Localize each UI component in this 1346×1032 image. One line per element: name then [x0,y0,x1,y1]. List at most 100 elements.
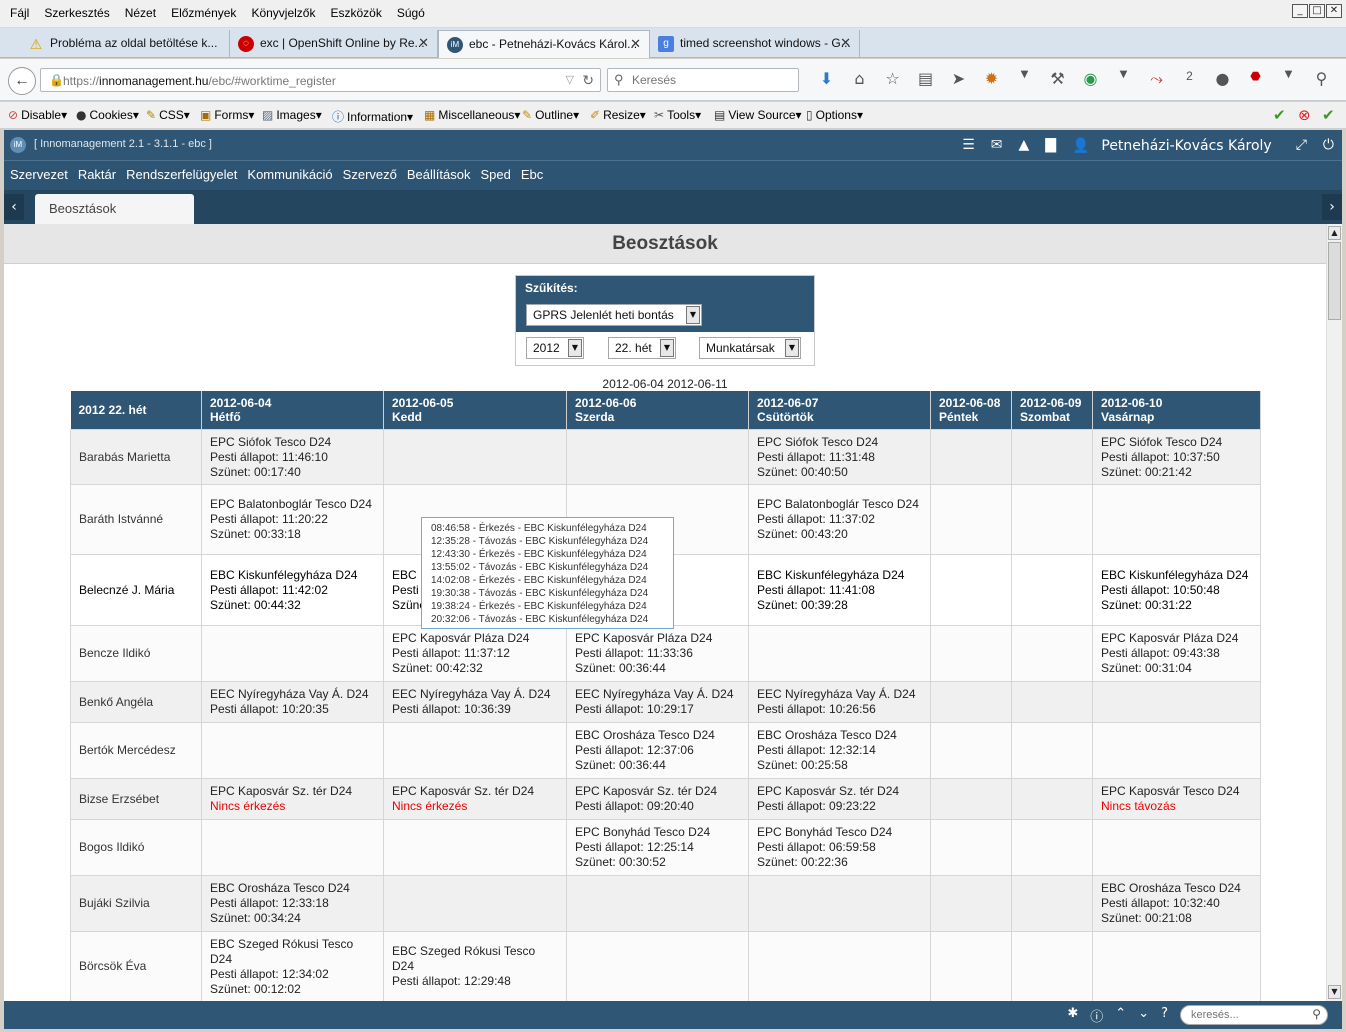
close-tab-icon[interactable]: ✕ [418,30,429,56]
schedule-cell[interactable]: EPC Siófok Tesco D24 Pesti állapot: 10:37… [1092,429,1261,485]
graph-icon[interactable]: ⤳ [1140,69,1173,89]
nav-kommunikacio[interactable]: Kommunikáció [247,161,332,189]
devtool-information[interactable]: ⓘ Information▾ [332,108,413,125]
browser-search-input[interactable] [632,72,792,88]
search-icon[interactable]: ⚲ [1312,1007,1321,1021]
menu-tools[interactable]: Eszközök [330,6,381,20]
power-icon[interactable]: ⏻ [1323,137,1334,153]
nav-ebc[interactable]: Ebc [521,161,543,189]
check-icon[interactable]: ✔ [1322,106,1335,124]
schedule-cell[interactable]: EPC Kaposvár Pláza D24 Pesti állapot: 09:… [1092,625,1261,682]
schedule-cell[interactable]: EBC Kiskunfélegyháza D24 Pesti állapot: 1… [201,554,384,626]
schedule-cell[interactable]: EBC Orosháza Tesco D24 Pesti állapot: 10:… [1092,875,1261,932]
browser-tab-1[interactable]: ⚠ Probléma az oldal betöltése k... [20,30,230,58]
browser-tab-4[interactable]: g timed screenshot windows - G... ✕ [650,30,860,58]
close-window-button[interactable]: ✕ [1326,4,1342,18]
hamburger-menu-icon[interactable]: ≡ [1338,69,1346,89]
chevron-down-icon[interactable]: ⌄ [1138,1006,1149,1025]
week-select[interactable]: 22. hét ▼ [608,337,676,359]
devtool-outline[interactable]: ✎ Outline▾ [522,108,579,122]
maximize-button[interactable]: □ [1309,4,1325,18]
report-select[interactable]: GPRS Jelenlét heti bontás ▼ [526,304,702,326]
back-button[interactable]: ← [8,67,36,95]
schedule-cell[interactable]: EBC Orosháza Tesco D24 Pesti állapot: 12:… [566,722,749,779]
close-tab-icon[interactable]: ✕ [840,30,851,56]
schedule-cell[interactable]: EPC Kaposvár Pláza D24 Pesti állapot: 11:… [566,625,749,682]
fullscreen-icon[interactable]: ⤢ [1296,137,1307,153]
nav-rendszerfelugyelet[interactable]: Rendszerfelügyelet [126,161,237,189]
check-icon[interactable]: ✔ [1273,106,1286,124]
schedule-cell[interactable]: EPC Siófok Tesco D24 Pesti állapot: 11:31… [748,429,931,485]
menu-edit[interactable]: Szerkesztés [44,6,109,20]
devtool-forms[interactable]: ▣ Forms▾ [200,108,254,122]
schedule-cell[interactable]: EEC Nyíregyháza Vay Á. D24 Pesti állapot:… [748,681,931,723]
schedule-cell[interactable]: EBC Kiskunfélegyháza D24 Pesti állapot: 1… [1092,554,1261,626]
schedule-cell[interactable]: EEC Nyíregyháza Vay Á. D24 Pesti állapot:… [383,681,567,723]
schedule-cell[interactable]: EPC Kaposvár Tesco D24 Nincs távozás [1092,778,1261,820]
list-icon[interactable]: ☰ [962,137,975,153]
bookmark-star-icon[interactable]: ☆ [876,69,909,89]
menu-bookmarks[interactable]: Könyvjelzők [251,6,315,20]
download-icon[interactable]: ⬇ [810,69,843,89]
scroll-up-arrow-icon[interactable]: ▲ [1328,226,1341,240]
schedule-cell[interactable]: EEC Nyíregyháza Vay Á. D24 Pesti állapot:… [201,681,384,723]
dropdown-icon[interactable]: ▼ [1008,69,1041,89]
scroll-thumb[interactable] [1328,242,1341,320]
nav-raktar[interactable]: Raktár [78,161,116,189]
url-bar[interactable]: 🔒 https://innomanagement.hu/ebc/#worktim… [40,68,601,92]
schedule-cell[interactable]: EBC Orosháza Tesco D24 Pesti állapot: 12:… [748,722,931,779]
devtool-images[interactable]: ▨ Images▾ [262,108,322,122]
devtool-options[interactable]: ▯ Options▾ [806,108,863,122]
schedule-cell[interactable]: EBC Orosháza Tesco D24 Pesti állapot: 12:… [201,875,384,932]
footer-search-input[interactable] [1191,1008,1301,1022]
mail-icon[interactable]: ✉ [991,137,1003,153]
schedule-cell[interactable]: EPC Bonyhád Tesco D24 Pesti állapot: 12:2… [566,819,749,876]
schedule-cell[interactable]: EPC Kaposvár Pláza D24 Pesti állapot: 11:… [383,625,567,682]
info-icon[interactable]: ⓘ [1090,1006,1103,1025]
scroll-down-arrow-icon[interactable]: ▼ [1328,985,1341,999]
schedule-cell[interactable]: EPC Kaposvár Sz. tér D24 Pesti állapot: 0… [566,778,749,820]
devtool-miscellaneous[interactable]: ▦ Miscellaneous▾ [424,108,520,122]
menu-help[interactable]: Súgó [397,6,425,20]
group-select[interactable]: Munkatársak ▼ [699,337,801,359]
globe-icon[interactable]: ◉ [1074,69,1107,89]
url-dropdown-icon[interactable]: ▽ [566,73,574,86]
devtool-view-source[interactable]: ▤ View Source▾ [714,108,802,122]
error-icon[interactable]: ⊗ [1298,106,1311,124]
nav-szervezo[interactable]: Szervező [343,161,397,189]
nav-sped[interactable]: Sped [480,161,510,189]
alert-icon[interactable]: ▲ [1018,137,1029,153]
minimize-button[interactable]: _ [1292,4,1308,18]
home-icon[interactable]: ⌂ [843,69,876,89]
schedule-cell[interactable]: EEC Nyíregyháza Vay Á. D24 Pesti állapot:… [566,681,749,723]
briefcase-icon[interactable]: ▇ [1045,137,1056,153]
browser-tab-3[interactable]: iM ebc - Petneházi-Kovács Károl... ✕ [438,30,650,58]
schedule-cell[interactable]: EPC Bonyhád Tesco D24 Pesti állapot: 06:5… [748,819,931,876]
chevron-up-icon[interactable]: ⌃ [1115,1006,1126,1025]
tabs-next-button[interactable]: › [1322,194,1342,220]
page-scrollbar[interactable]: ▲ ▼ [1326,224,1342,1001]
reload-icon[interactable]: ↻ [582,72,594,89]
schedule-cell[interactable]: EPC Kaposvár Sz. tér D24 Pesti állapot: 0… [748,778,931,820]
menu-history[interactable]: Előzmények [171,6,236,20]
chat-icon[interactable]: ● [1206,69,1239,89]
schedule-cell[interactable]: EPC Siófok Tesco D24 Pesti állapot: 11:46… [201,429,384,485]
schedule-cell[interactable]: EBC Szeged Rókusi Tesco D24 Pesti állapot… [383,931,567,1001]
extension-icon[interactable]: ✹ [975,69,1008,89]
schedule-cell[interactable]: EPC Kaposvár Sz. tér D24 Nincs érkezés [201,778,384,820]
bug-icon[interactable]: ✱ [1067,1006,1078,1025]
tabs-prev-button[interactable]: ‹ [4,194,24,220]
close-tab-icon[interactable]: ✕ [630,31,641,57]
schedule-cell[interactable]: EPC Balatonboglár Tesco D24 Pesti állapot… [201,484,384,555]
nav-beallitasok[interactable]: Beállítások [407,161,471,189]
schedule-cell[interactable]: EBC Szeged Rókusi Tesco D24 Pesti állapot… [201,931,384,1001]
menu-view[interactable]: Nézet [125,6,156,20]
dropdown-icon[interactable]: ▼ [1107,69,1140,89]
help-icon[interactable]: ? [1161,1006,1168,1025]
nav-szervezet[interactable]: Szervezet [10,161,68,189]
schedule-cell[interactable]: EPC Kaposvár Sz. tér D24 Nincs érkezés [383,778,567,820]
key-icon[interactable]: ⚲ [1305,69,1338,89]
user-menu[interactable]: 👤 Petneházi-Kovács Károly [1072,137,1280,154]
menu-file[interactable]: Fájl [10,6,29,20]
devtool-cookies[interactable]: ● Cookies▾ [76,108,139,122]
